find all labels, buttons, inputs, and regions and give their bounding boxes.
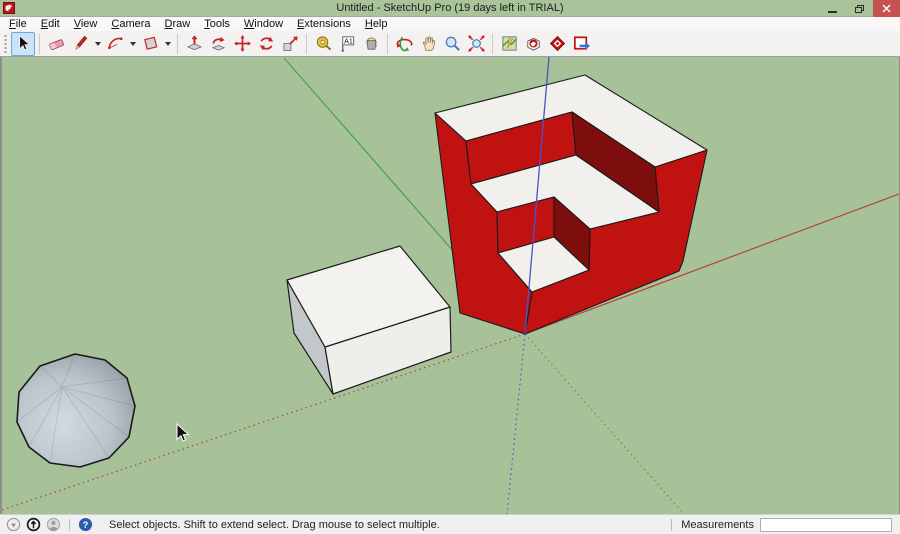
tool-send-to-layout-button[interactable] [569, 32, 593, 56]
tool-arcs-button[interactable] [103, 32, 127, 56]
tool-paint-bucket-button[interactable] [359, 32, 383, 56]
measurements-separator [671, 519, 672, 531]
low-poly-sphere[interactable] [17, 354, 135, 467]
scale-icon [281, 34, 300, 53]
tool-scale-button[interactable] [278, 32, 302, 56]
tool-select-button[interactable] [11, 32, 35, 56]
move-icon [233, 34, 252, 53]
geolocation-status-icon[interactable] [6, 517, 21, 532]
sign-in-status-icon[interactable] [46, 517, 61, 532]
menu-edit[interactable]: Edit [34, 17, 67, 31]
tool-lines-button[interactable] [68, 32, 92, 56]
tool-zoom-button[interactable] [440, 32, 464, 56]
menu-file[interactable]: File [2, 17, 34, 31]
restore-icon [855, 5, 864, 13]
toolbar-getting-started: A1 [0, 31, 900, 57]
lines-dropdown-arrow[interactable] [92, 32, 103, 56]
zoom-extents-icon [467, 34, 486, 53]
paint-bucket-icon [362, 34, 381, 53]
tool-extension-warehouse-button[interactable] [545, 32, 569, 56]
close-icon [882, 4, 891, 13]
tool-orbit-button[interactable] [392, 32, 416, 56]
zoom-icon [443, 34, 462, 53]
tool-zoom-extents-button[interactable] [464, 32, 488, 56]
measurements-label: Measurements [681, 519, 754, 531]
warehouse-3d-icon [524, 34, 543, 53]
tool-move-button[interactable] [230, 32, 254, 56]
svg-text:?: ? [83, 520, 89, 530]
send-to-layout-icon [572, 34, 591, 53]
minimize-icon [828, 11, 837, 13]
tool-add-location-button[interactable] [497, 32, 521, 56]
white-box[interactable] [287, 246, 451, 394]
sketchup-window: Untitled - SketchUp Pro (19 days left in… [0, 0, 900, 534]
orbit-icon [395, 34, 414, 53]
pan-hand-icon [419, 34, 438, 53]
close-button[interactable] [873, 0, 900, 17]
tool-tape-measure-button[interactable] [311, 32, 335, 56]
arc-icon [106, 34, 125, 53]
menu-camera[interactable]: Camera [104, 17, 157, 31]
add-location-icon [500, 34, 519, 53]
sketchup-logo-block[interactable] [435, 75, 707, 334]
menubar: File Edit View Camera Draw Tools Window … [0, 17, 900, 31]
tool-shapes-button[interactable] [138, 32, 162, 56]
pencil-icon [71, 34, 90, 53]
minimize-button[interactable] [819, 0, 846, 17]
tool-follow-me-button[interactable] [206, 32, 230, 56]
restore-button[interactable] [846, 0, 873, 17]
mouse-cursor [177, 424, 188, 441]
measurements-input[interactable] [760, 518, 892, 532]
extension-warehouse-icon [548, 34, 567, 53]
eraser-icon [47, 34, 66, 53]
tool-eraser-button[interactable] [44, 32, 68, 56]
tool-rotate-button[interactable] [254, 32, 278, 56]
toolbar-gripper[interactable] [3, 34, 8, 54]
rotate-icon [257, 34, 276, 53]
text-tool-icon: A1 [338, 34, 357, 53]
svg-text:A1: A1 [344, 38, 353, 46]
tape-measure-icon [314, 34, 333, 53]
shapes-dropdown-arrow[interactable] [162, 32, 173, 56]
tool-push-pull-button[interactable] [182, 32, 206, 56]
tool-3d-warehouse-button[interactable] [521, 32, 545, 56]
select-cursor-icon [14, 34, 33, 53]
menu-tools[interactable]: Tools [197, 17, 237, 31]
follow-me-icon [209, 34, 228, 53]
help-icon[interactable]: ? [78, 517, 93, 532]
rectangle-shape-icon [141, 34, 160, 53]
scene-canvas[interactable] [2, 57, 899, 514]
window-title: Untitled - SketchUp Pro (19 days left in… [0, 0, 900, 17]
titlebar: Untitled - SketchUp Pro (19 days left in… [0, 0, 900, 17]
push-pull-icon [185, 34, 204, 53]
arcs-dropdown-arrow[interactable] [127, 32, 138, 56]
green-axis-dashed [525, 334, 683, 513]
modeling-viewport[interactable] [0, 57, 900, 514]
statusbar-separator [69, 519, 70, 531]
tool-pan-button[interactable] [416, 32, 440, 56]
statusbar: ? Select objects. Shift to extend select… [0, 514, 900, 534]
menu-draw[interactable]: Draw [158, 17, 198, 31]
menu-extensions[interactable]: Extensions [290, 17, 358, 31]
tool-text-button[interactable]: A1 [335, 32, 359, 56]
menu-view[interactable]: View [67, 17, 105, 31]
menu-window[interactable]: Window [237, 17, 290, 31]
status-message: Select objects. Shift to extend select. … [109, 519, 440, 531]
blue-axis-dashed [507, 334, 525, 514]
claim-credit-status-icon[interactable] [26, 517, 41, 532]
menu-help[interactable]: Help [358, 17, 395, 31]
